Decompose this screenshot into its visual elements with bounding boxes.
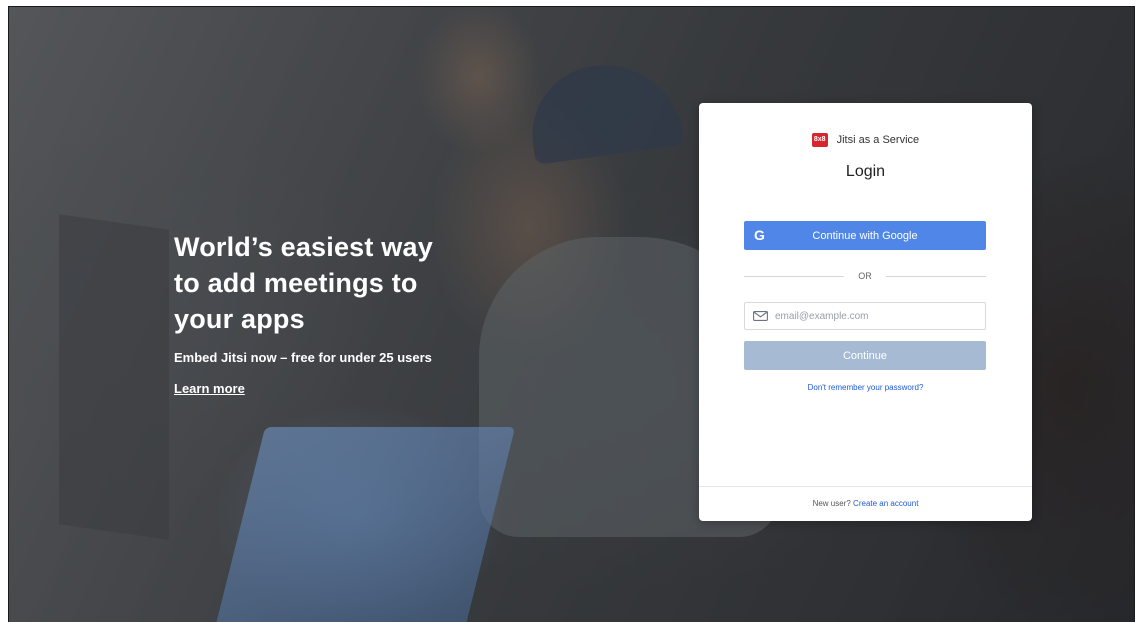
new-user-text: New user? bbox=[812, 499, 851, 508]
email-input[interactable] bbox=[775, 303, 980, 329]
or-divider: OR bbox=[744, 269, 986, 283]
or-divider-text: OR bbox=[858, 271, 872, 281]
email-field[interactable] bbox=[744, 302, 986, 330]
card-footer: New user? Create an account bbox=[699, 486, 1032, 521]
background-photo: World’s easiest way to add meetings to y… bbox=[8, 6, 1135, 622]
login-title: Login bbox=[845, 163, 886, 180]
bg-cap-shape bbox=[523, 54, 685, 166]
continue-with-google-button[interactable]: G Continue with Google bbox=[744, 221, 986, 250]
create-account-link[interactable]: Create an account bbox=[853, 499, 918, 508]
bg-laptop-shape bbox=[212, 427, 516, 622]
brand-header: 8x8 Jitsi as a Service bbox=[699, 133, 1032, 147]
8x8-logo-icon: 8x8 bbox=[811, 133, 828, 147]
hero-section: World’s easiest way to add meetings to y… bbox=[174, 229, 504, 398]
brand-name: Jitsi as a Service bbox=[836, 134, 920, 146]
hero-title-line-2: to add meetings to bbox=[174, 268, 418, 298]
forgot-password-link[interactable]: Don't remember your password? bbox=[699, 383, 1032, 392]
bg-monitor-shape bbox=[59, 214, 169, 540]
hero-subtitle: Embed Jitsi now – free for under 25 user… bbox=[174, 350, 432, 365]
learn-more-link[interactable]: Learn more bbox=[174, 381, 245, 396]
mail-icon bbox=[753, 311, 768, 321]
login-card: 8x8 Jitsi as a Service Login G Continue … bbox=[699, 103, 1032, 521]
hero-title-line-3: your apps bbox=[174, 304, 305, 334]
hero-title: World’s easiest way to add meetings to y… bbox=[174, 229, 504, 337]
continue-button[interactable]: Continue bbox=[744, 341, 986, 370]
google-icon: G bbox=[754, 227, 765, 243]
google-button-label: Continue with Google bbox=[812, 229, 918, 242]
hero-title-line-1: World’s easiest way bbox=[174, 232, 433, 262]
